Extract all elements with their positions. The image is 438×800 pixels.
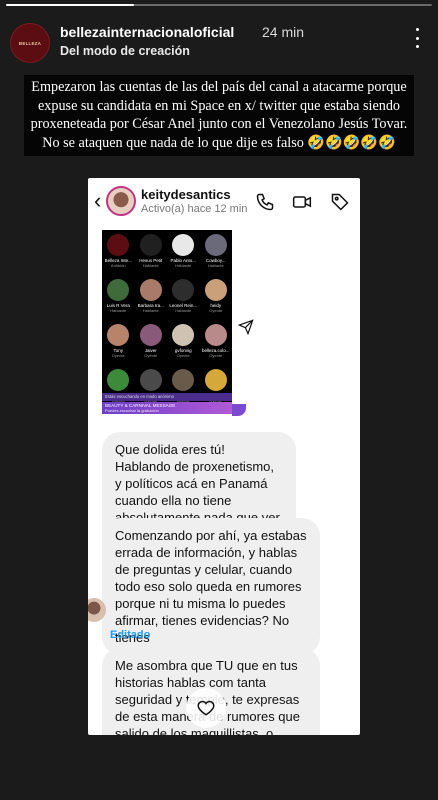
participant-avatar xyxy=(139,279,162,301)
dm-username: keitydesantics xyxy=(141,187,231,202)
space-participant: Hesus Petit Hablante xyxy=(135,232,168,274)
tag-icon xyxy=(330,192,350,212)
space-participant: Belleza Inte... Anfitrión xyxy=(102,232,135,274)
send-icon xyxy=(237,319,254,336)
story-time-ago: 24 min xyxy=(262,24,305,40)
space-participant: Tony Oyente xyxy=(102,322,135,364)
participant-role: Hablante xyxy=(175,263,192,268)
space-banner: BEAUTY & CARNIVAL MESSAGE Puedes escucha… xyxy=(102,402,232,414)
space-listening-label: Estás escuchando en modo anónimo xyxy=(102,393,232,401)
participant-avatar xyxy=(204,234,227,256)
participant-role: Oyente xyxy=(176,353,190,358)
participant-avatar xyxy=(204,279,227,301)
participant-avatar xyxy=(139,369,162,391)
participant-avatar xyxy=(172,234,195,256)
space-banner-sub: Puedes escuchar la grabación xyxy=(105,408,159,413)
participant-avatar xyxy=(107,279,130,301)
participant-role: Oyente xyxy=(209,353,223,358)
edited-label: Editado xyxy=(110,629,151,641)
participant-role: Hablante xyxy=(142,263,159,268)
dm-status: Activo(a) hace 12 min xyxy=(141,203,248,215)
participant-role: Hablante xyxy=(110,308,127,313)
space-participant: heidy Oyente xyxy=(200,277,233,319)
participant-avatar xyxy=(139,234,162,256)
participant-role: Hablante xyxy=(142,308,159,313)
space-participant: gvfonvig Oyente xyxy=(167,322,200,364)
dm-avatar xyxy=(106,186,136,216)
story-caption: Empezaron las cuentas de las del país de… xyxy=(24,75,414,156)
dm-header: ‹ keitydesantics Activo(a) hace 12 min xyxy=(88,178,360,224)
avatar[interactable]: BELLEZA xyxy=(10,23,50,63)
participant-avatar xyxy=(204,369,227,391)
participant-avatar xyxy=(204,324,227,346)
space-participant: Pablo Anto... Hablante xyxy=(167,232,200,274)
participant-role: Anfitrión xyxy=(110,263,126,268)
space-participant-grid: Belleza Inte... Anfitrión Hesus Petit Habla… xyxy=(102,232,232,409)
chevron-left-icon: ‹ xyxy=(94,188,102,213)
space-participant: Cowboy... Hablante xyxy=(200,232,233,274)
participant-avatar xyxy=(139,324,162,346)
story-progress-bar xyxy=(6,4,432,6)
participant-avatar xyxy=(172,279,195,301)
story-header: BELLEZA bellezainternacionaloficial 24 m… xyxy=(10,14,428,64)
story-subtitle[interactable]: Del modo de creación xyxy=(60,44,190,58)
participant-role: Hablante xyxy=(207,263,224,268)
avatar-logo-text: BELLEZA xyxy=(18,40,42,46)
participant-avatar xyxy=(107,324,130,346)
space-card-tail xyxy=(232,404,246,416)
heart-icon[interactable] xyxy=(186,688,226,728)
story-username[interactable]: bellezainternacionaloficial xyxy=(60,24,234,40)
space-participant: Leonel Rein... Hablante xyxy=(167,277,200,319)
participant-avatar xyxy=(172,369,195,391)
more-vertical-icon[interactable] xyxy=(414,28,420,48)
participant-role: Oyente xyxy=(111,353,125,358)
phone-icon xyxy=(255,192,275,212)
story-viewer: BELLEZA bellezainternacionaloficial 24 m… xyxy=(0,0,438,800)
participant-role: Oyente xyxy=(209,308,223,313)
participant-avatar xyxy=(172,324,195,346)
space-screenshot: Belleza Inte... Anfitrión Hesus Petit Habla… xyxy=(102,230,232,414)
space-participant: Barbara Ira... Hablante xyxy=(135,277,168,319)
story-progress-fill xyxy=(6,4,134,6)
participant-avatar xyxy=(107,234,130,256)
participant-role: Oyente xyxy=(144,353,158,358)
video-camera-icon xyxy=(292,192,312,212)
space-participant: Jaiver Oyente xyxy=(135,322,168,364)
participant-avatar xyxy=(107,369,130,391)
participant-role: Hablante xyxy=(175,308,192,313)
space-participant: Luis R Vera Hablante xyxy=(102,277,135,319)
dm-screenshot: ‹ keitydesantics Activo(a) hace 12 min B… xyxy=(88,178,360,735)
space-participant: belleza.colo... Oyente xyxy=(200,322,233,364)
